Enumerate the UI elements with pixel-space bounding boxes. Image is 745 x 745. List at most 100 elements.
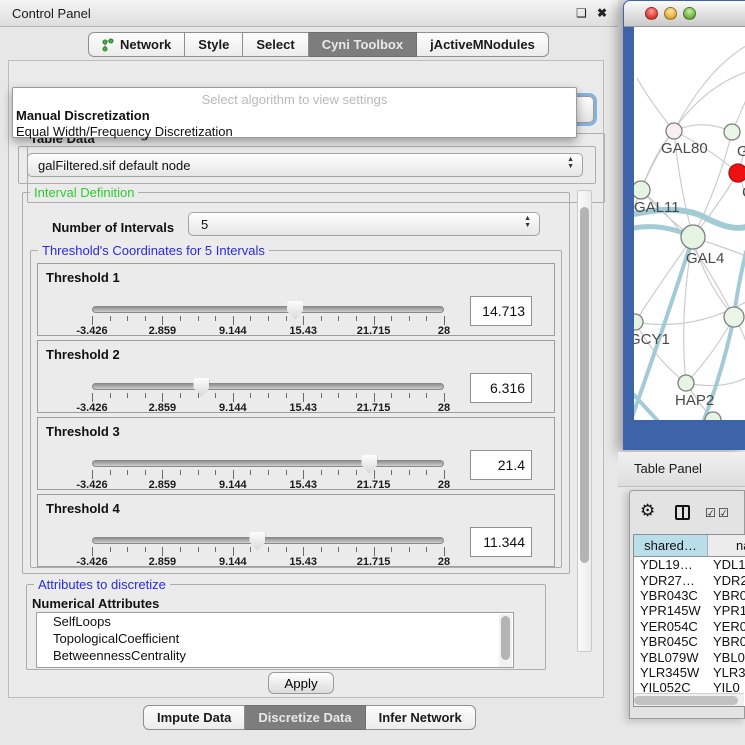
shared-name-cell: YBR043C (634, 588, 708, 603)
tick-label: 28 (438, 556, 450, 568)
tab-impute-data[interactable]: Impute Data (143, 705, 245, 730)
network-node[interactable] (634, 314, 643, 330)
tick-label: 28 (438, 402, 450, 414)
network-node[interactable] (666, 123, 682, 139)
minimize-traffic-light-icon[interactable] (664, 7, 677, 20)
network-edge (674, 125, 732, 132)
slider-ticks (92, 316, 444, 325)
tab-network[interactable]: Network (88, 32, 185, 57)
shared-name-cell: YDL19… (634, 557, 708, 572)
close-traffic-light-icon[interactable] (645, 7, 658, 20)
tick-label: 15.43 (289, 402, 317, 414)
scrollbar-thumb[interactable] (580, 207, 589, 563)
threshold-label: Threshold 2 (46, 347, 120, 362)
threshold-label: Threshold 3 (46, 424, 120, 439)
checkbox-icon[interactable]: ☑ (718, 506, 729, 520)
tick-label: 15.43 (289, 479, 317, 491)
slider-tick-labels: -3.4262.8599.14415.4321.71528 (92, 556, 444, 568)
attribute-item[interactable]: BetweennessCentrality (37, 647, 513, 664)
slider-ticks (92, 393, 444, 402)
tab-discretize-data[interactable]: Discretize Data (245, 705, 365, 730)
table-row[interactable]: YDR27…YDR2 (634, 572, 745, 587)
tab-label: Select (256, 37, 294, 52)
numerical-attributes-label: Numerical Attributes (32, 596, 159, 611)
slider-track[interactable] (92, 460, 444, 467)
threshold-panel-1: Threshold 1-3.4262.8599.14415.4321.71528… (37, 263, 555, 336)
attributes-list-scrollbar[interactable] (499, 614, 512, 668)
tick-label: -3.426 (76, 479, 107, 491)
network-canvas[interactable]: GAL80GACGAL11GAL4GCY1HHAP2 (634, 27, 745, 420)
table-row[interactable]: YER054CYER0 (634, 619, 745, 634)
attributes-group-title: Attributes to discretize (34, 577, 170, 592)
tab-infer-network[interactable]: Infer Network (366, 705, 476, 730)
column-header-shared-name[interactable]: shared… (634, 535, 708, 557)
threshold-value-field[interactable]: 11.344 (470, 527, 532, 557)
slider-track[interactable] (92, 537, 444, 544)
tab-label: Style (198, 37, 229, 52)
node-table[interactable]: shared… na YDL19…YDL1YDR27…YDR2YBR043CYB… (633, 534, 745, 707)
tick-label: 28 (438, 325, 450, 337)
threshold-value-field[interactable]: 14.713 (470, 296, 532, 326)
shared-name-cell: YDR27… (634, 573, 708, 588)
tab-cyni-toolbox[interactable]: Cyni Toolbox (309, 32, 417, 57)
table-row[interactable]: YDL19…YDL1 (634, 557, 745, 572)
table-data-combo-value: galFiltered.sif default node (38, 158, 190, 173)
control-panel-titlebar: Control Panel ❑ ✖ (0, 0, 618, 27)
table-data-combo[interactable]: galFiltered.sif default node ▲▼ (27, 153, 583, 177)
tab-label: Network (120, 37, 171, 52)
scrollbar-thumb[interactable] (634, 696, 738, 705)
network-node[interactable] (681, 225, 705, 249)
dropdown-option-manual[interactable]: Manual Discretization (16, 108, 575, 123)
tab-jactivemnodules[interactable]: jActiveMNodules (417, 32, 549, 57)
scrollbar-thumb[interactable] (501, 616, 510, 660)
float-window-icon[interactable]: ❑ (576, 6, 587, 20)
threshold-label: Threshold 4 (46, 501, 120, 516)
dropdown-option-equal-width[interactable]: Equal Width/Frequency Discretization (16, 124, 575, 139)
column-header-name[interactable]: na (708, 535, 745, 557)
tick-label: 2.859 (149, 402, 177, 414)
threshold-value-field[interactable]: 6.316 (470, 373, 532, 403)
apply-button[interactable]: Apply (268, 672, 334, 694)
close-icon[interactable]: ✖ (597, 6, 607, 20)
table-rows: YDL19…YDL1YDR27…YDR2YBR043CYBR0YPR145WYP… (634, 557, 745, 696)
split-columns-icon[interactable] (675, 505, 690, 520)
attribute-item[interactable]: SelfLoops (37, 613, 513, 630)
spinner-arrows-icon: ▲▼ (524, 215, 531, 229)
number-of-intervals-spinner[interactable]: 5 ▲▼ (188, 212, 540, 236)
network-node[interactable] (678, 375, 694, 391)
table-row[interactable]: YPR145WYPR1 (634, 603, 745, 618)
table-row[interactable]: YBL079WYBL0 (634, 649, 745, 664)
attribute-item[interactable]: TopologicalCoefficient (37, 630, 513, 647)
table-horizontal-scrollbar[interactable] (634, 693, 744, 706)
network-edge (637, 78, 674, 131)
slider-tick-labels: -3.4262.8599.14415.4321.71528 (92, 479, 444, 491)
network-node[interactable] (724, 307, 744, 327)
network-node[interactable] (729, 164, 745, 182)
tick-label: 21.715 (357, 479, 391, 491)
tab-style[interactable]: Style (185, 32, 243, 57)
slider-tick-labels: -3.4262.8599.14415.4321.71528 (92, 402, 444, 414)
tick-label: 2.859 (149, 325, 177, 337)
gear-icon[interactable]: ⚙ (640, 501, 655, 521)
zoom-traffic-light-icon[interactable] (683, 7, 696, 20)
slider-track[interactable] (92, 306, 444, 313)
network-node[interactable] (634, 181, 650, 199)
network-icon (102, 38, 115, 52)
algorithm-dropdown-popup: Select algorithm to view settings Manual… (12, 87, 577, 138)
network-node[interactable] (724, 124, 740, 140)
tick-label: 2.859 (149, 556, 177, 568)
table-header-row: shared… na (634, 535, 745, 557)
threshold-value-field[interactable]: 21.4 (470, 450, 532, 480)
table-row[interactable]: YBR045CYBR0 (634, 634, 745, 649)
panel-vertical-scrollbar[interactable] (577, 190, 592, 652)
checkbox-icon[interactable]: ☑ (705, 506, 716, 520)
tab-select[interactable]: Select (243, 32, 308, 57)
table-row[interactable]: YBR043CYBR0 (634, 588, 745, 603)
table-row[interactable]: YLR345WYLR3 (634, 665, 745, 680)
network-node-label: GA (737, 143, 745, 160)
numerical-attributes-list[interactable]: SelfLoopsTopologicalCoefficientBetweenne… (36, 612, 514, 668)
slider-track[interactable] (92, 383, 444, 390)
tick-label: 21.715 (357, 325, 391, 337)
tick-label: 28 (438, 479, 450, 491)
tick-label: -3.426 (76, 325, 107, 337)
